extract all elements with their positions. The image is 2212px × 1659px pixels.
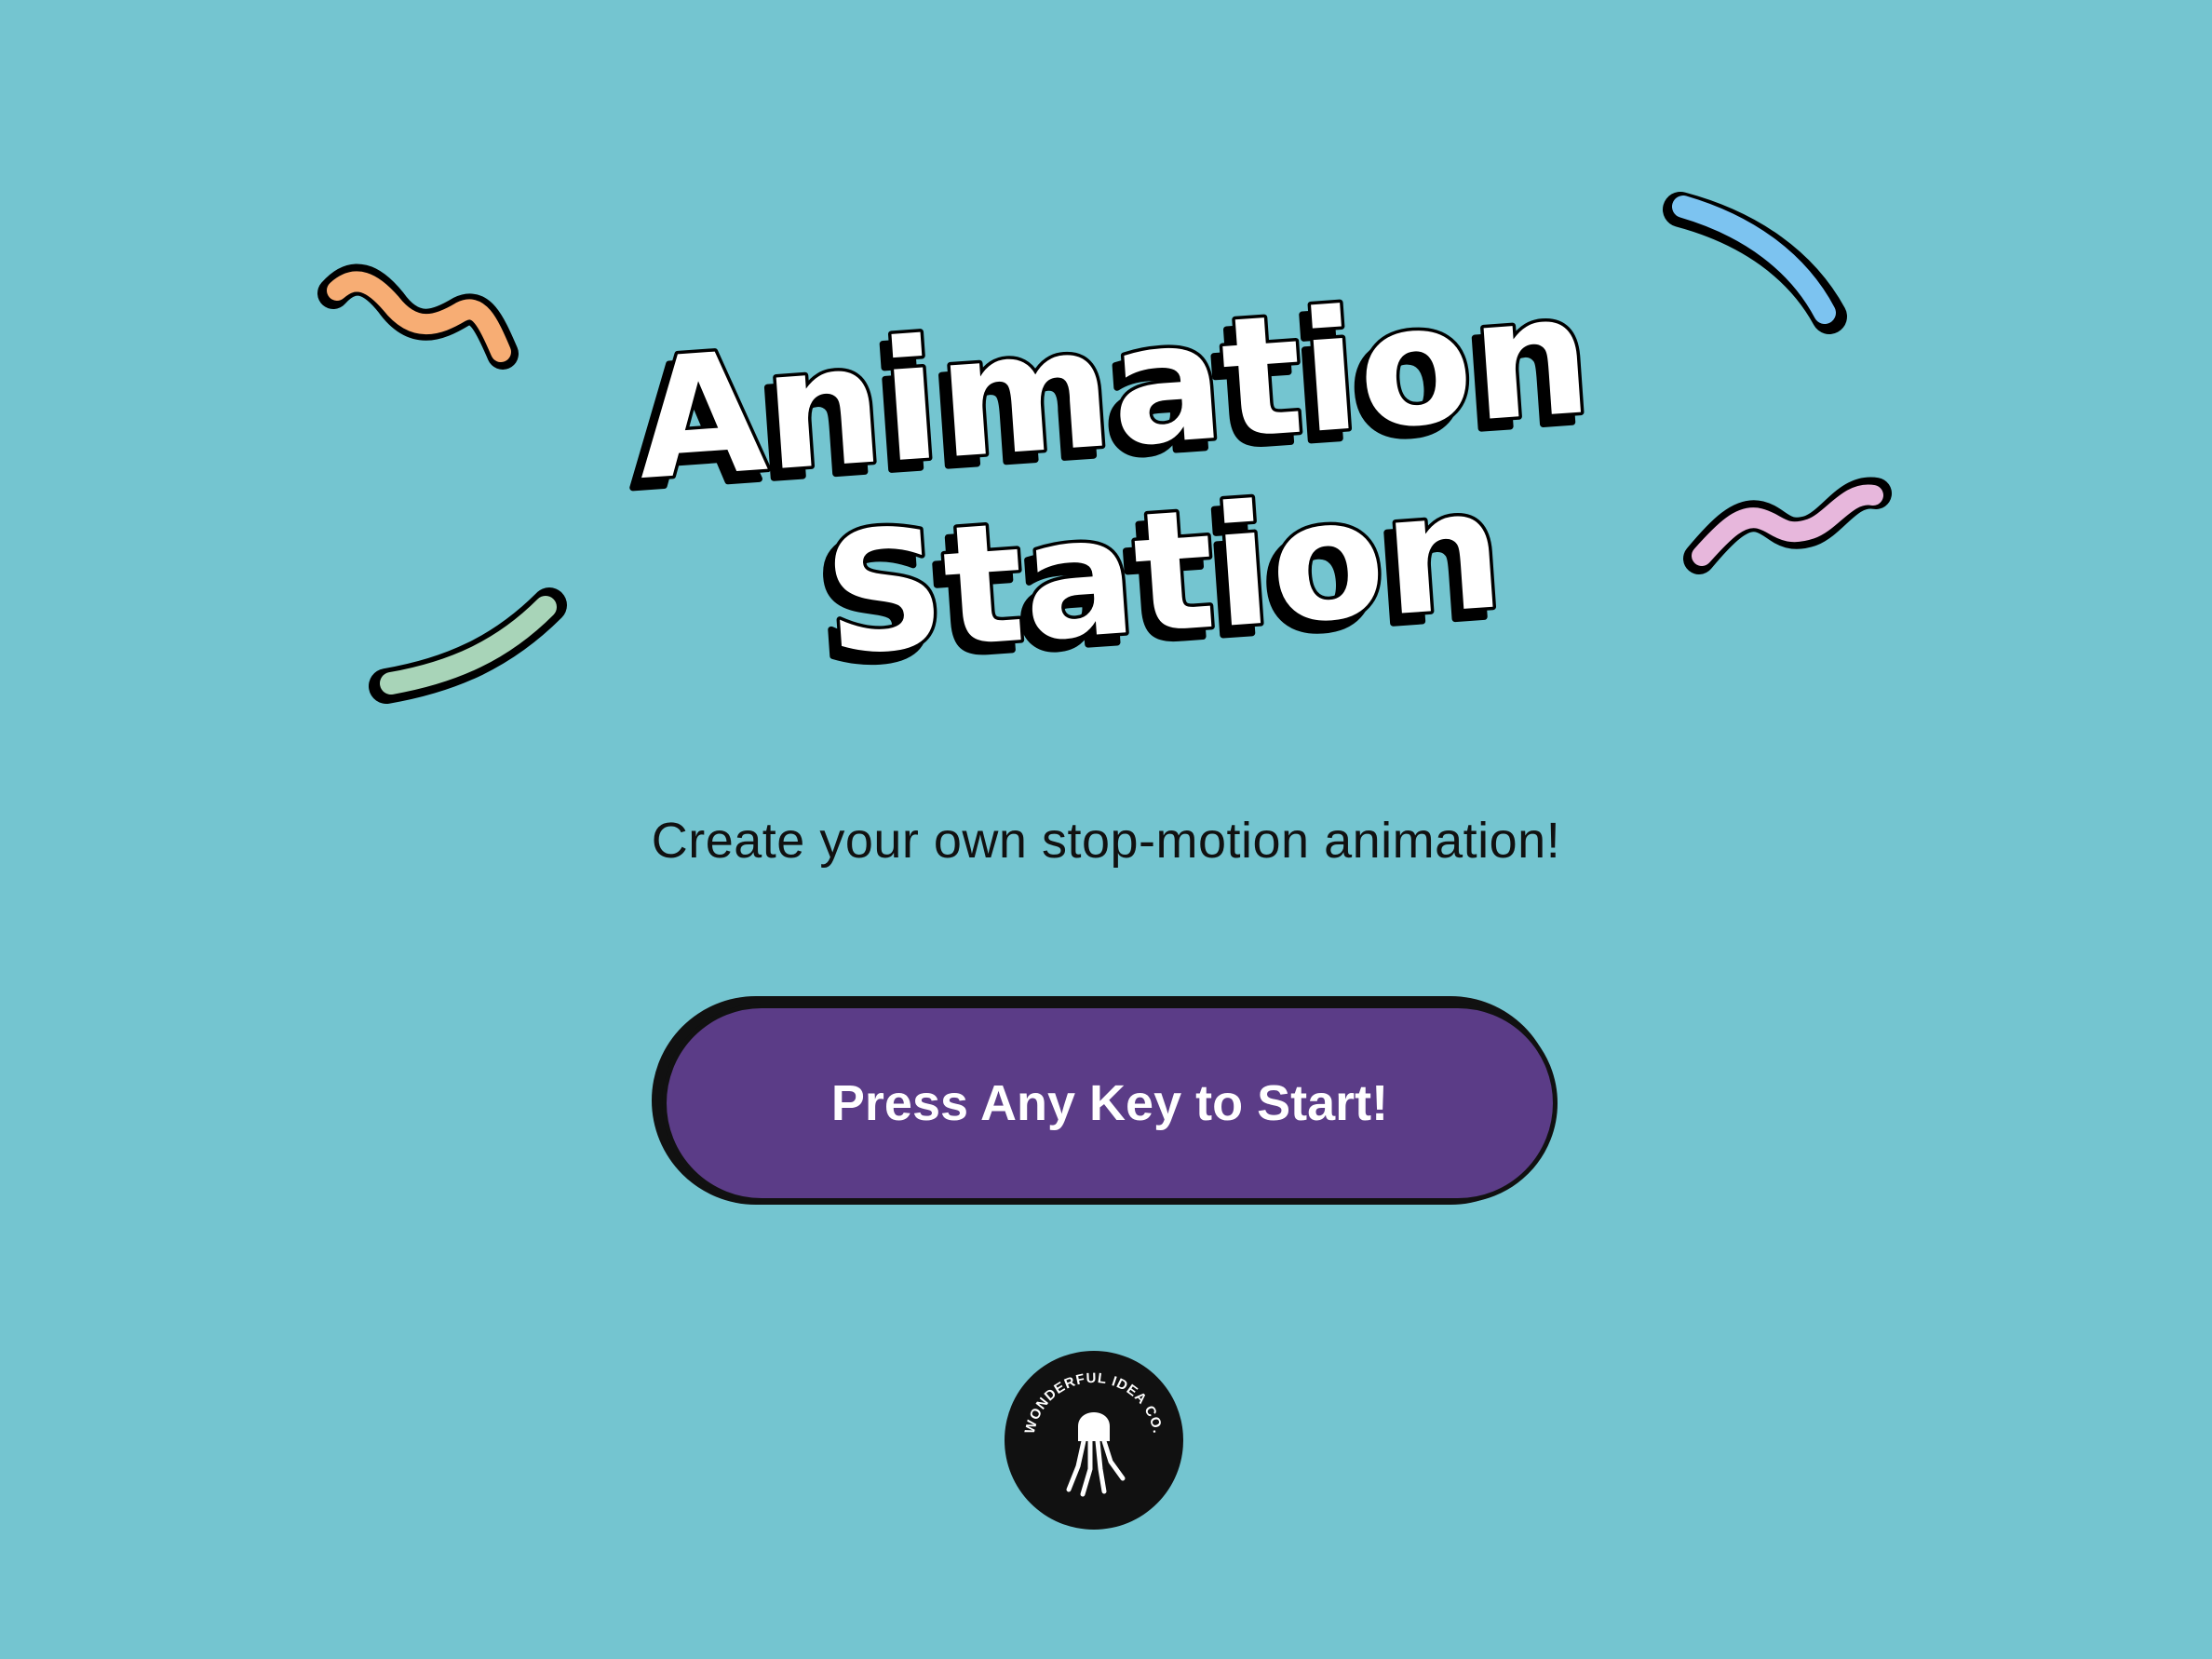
wonderful-idea-logo: WONDERFUL IDEA CO. — [1005, 1351, 1183, 1530]
start-button[interactable]: Press Any Key to Start! — [662, 1004, 1558, 1203]
subtitle: Create your own stop-motion animation! — [651, 813, 1561, 869]
start-button-label: Press Any Key to Start! — [830, 1075, 1389, 1131]
